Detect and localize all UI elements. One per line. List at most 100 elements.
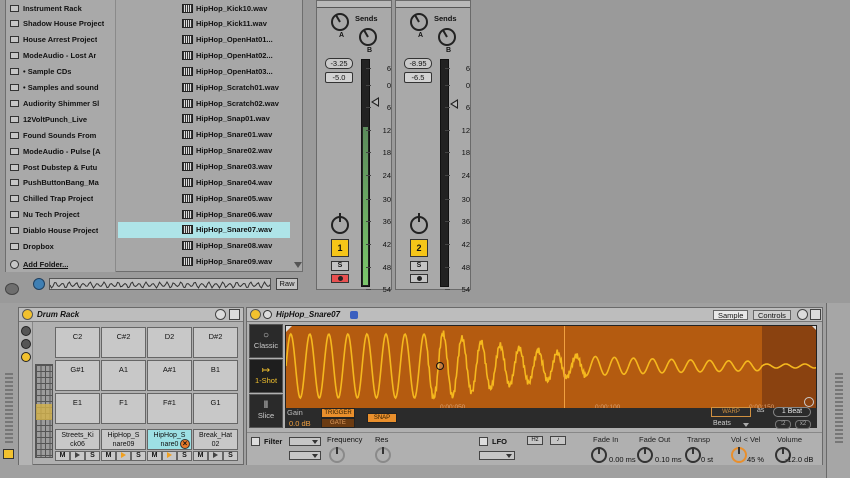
pad-solo-button[interactable]: S [223,451,238,461]
warp-mode-select[interactable]: Beats [713,420,731,427]
simpler-hotswap-icon[interactable] [797,309,808,320]
filter-toggle[interactable] [251,437,260,446]
arm-button[interactable] [410,274,428,283]
track-activator-button[interactable]: 1 [331,239,349,257]
drum-pad[interactable]: G#1 [55,360,100,391]
file-item[interactable]: HipHop_Snap01.wav [118,111,290,127]
drum-pad[interactable]: D2 [147,327,192,358]
preview-play-button[interactable] [33,278,45,290]
pad-remove-icon[interactable]: × [180,439,190,449]
drum-pad-sample[interactable]: Break_Hat 02 [193,429,238,450]
pad-play-button[interactable] [208,451,223,461]
pad-solo-button[interactable]: S [131,451,146,461]
tab-controls[interactable]: Controls [753,310,791,320]
peak-level-display[interactable]: -3.25 [325,58,353,69]
file-item[interactable]: HipHop_Snare01.wav [118,127,290,143]
file-item[interactable]: HipHop_Snare08.wav [118,238,290,254]
place-item[interactable]: ModeAudio - Pulse [A [10,143,114,159]
place-item[interactable]: Audiority Shimmer Sl [10,95,114,111]
simpler-power-icon[interactable] [250,309,261,320]
drum-pad[interactable]: F1 [101,393,146,424]
track-header[interactable] [396,1,470,8]
drum-pad[interactable]: C2 [55,327,100,358]
pad-play-button[interactable] [116,451,131,461]
half-length-button[interactable]: :2 [775,420,791,429]
drum-pad[interactable]: A#1 [147,360,192,391]
mode-1-shot-button[interactable]: ↦ 1-Shot [249,359,283,393]
send-a-knob[interactable] [331,13,349,31]
file-item[interactable]: HipHop_Snare05.wav [118,190,290,206]
file-list-scrollbar[interactable] [292,0,303,272]
start-marker-icon[interactable] [286,326,292,332]
add-folder-button[interactable]: Add Folder... [10,256,114,272]
trigger-button[interactable]: TRIGGER [321,408,355,418]
place-item[interactable]: PushButtonBang_Ma [10,175,114,191]
volume-field[interactable]: -5.0 [325,72,353,83]
raw-button[interactable]: Raw [276,278,298,290]
place-item[interactable]: Diablo House Project [10,223,114,239]
drum-pad-sample[interactable]: Streets_Ki ck06 [55,429,100,450]
mode-slice-button[interactable]: Ⅱ Slice [249,394,283,428]
place-item[interactable]: Chilled Trap Project [10,191,114,207]
pad-mute-button[interactable]: M [55,451,70,461]
show-pads-icon[interactable] [21,352,31,362]
pad-solo-button[interactable]: S [177,451,192,461]
pad-mute-button[interactable]: M [193,451,208,461]
drum-pad[interactable]: G1 [193,393,238,424]
arm-button[interactable] [331,274,349,283]
place-item[interactable]: 12VoltPunch_Live [10,111,114,127]
file-item[interactable]: HipHop_Scratch02.wav [118,95,290,111]
sample-waveform-display[interactable]: 0:00:050 0:00:100 0:00:150 [285,325,817,411]
mode-classic-button[interactable]: ○ Classic [249,324,283,358]
device-right-grip[interactable] [835,373,843,443]
place-item[interactable]: Dropbox [10,239,114,255]
drum-rack-save-icon[interactable] [229,309,240,320]
lfo-hz-button[interactable]: Hz [527,436,543,445]
track-header[interactable] [317,1,391,8]
gate-button[interactable]: GATE [321,418,355,428]
fade-out-knob[interactable] [637,447,653,463]
lfo-toggle[interactable] [479,437,488,446]
file-item[interactable]: HipHop_Snare09.wav [118,254,290,270]
solo-button[interactable]: S [410,261,428,271]
pad-mute-button[interactable]: M [101,451,116,461]
peak-level-display[interactable]: -8.95 [404,58,432,69]
pad-solo-button[interactable]: S [85,451,100,461]
send-b-knob[interactable] [438,28,456,46]
file-item[interactable]: HipHop_Snare06.wav [118,206,290,222]
file-item[interactable]: HipHop_Kick10.wav [118,0,290,16]
file-item[interactable]: HipHop_Snare04.wav [118,174,290,190]
show-macros-icon[interactable] [21,326,31,336]
filter-type-select[interactable] [289,437,321,446]
place-item[interactable]: Nu Tech Project [10,207,114,223]
snap-button[interactable]: SNAP [367,413,397,423]
preview-waveform[interactable] [49,278,271,290]
file-item-selected[interactable]: HipHop_Snare07.wav [118,221,290,238]
drum-pad[interactable]: F#1 [147,393,192,424]
drum-pad[interactable]: C#2 [101,327,146,358]
device-grip[interactable] [5,373,13,443]
pan-knob[interactable] [410,213,428,234]
device-arrow-icon[interactable] [3,449,14,459]
drum-rack-power-icon[interactable] [22,309,33,320]
place-item[interactable]: Instrument Rack [10,0,114,16]
place-item[interactable]: • Sample CDs [10,64,114,80]
simpler-fold-icon[interactable] [263,310,272,319]
volume-field[interactable]: -6.5 [404,72,432,83]
warp-button[interactable]: WARP [711,407,751,417]
place-item[interactable]: • Samples and sound [10,80,114,96]
pad-mute-button[interactable]: M [147,451,162,461]
place-item[interactable]: House Arrest Project [10,32,114,48]
send-b-knob[interactable] [359,28,377,46]
res-knob[interactable] [375,447,391,463]
lfo-sync-button[interactable]: ♪ [550,436,566,445]
pad-overview-selection[interactable] [36,404,52,420]
warp-length-field[interactable]: 1 Beat [773,407,811,417]
scroll-down-arrow-icon[interactable] [294,262,302,268]
tab-sample[interactable]: Sample [713,310,749,320]
drum-pad[interactable]: D#2 [193,327,238,358]
pan-knob[interactable] [331,213,349,234]
end-marker-icon[interactable] [812,326,817,332]
gain-value[interactable]: 0.0 dB [289,419,311,428]
warp-mode-chevron-icon[interactable] [743,423,749,427]
